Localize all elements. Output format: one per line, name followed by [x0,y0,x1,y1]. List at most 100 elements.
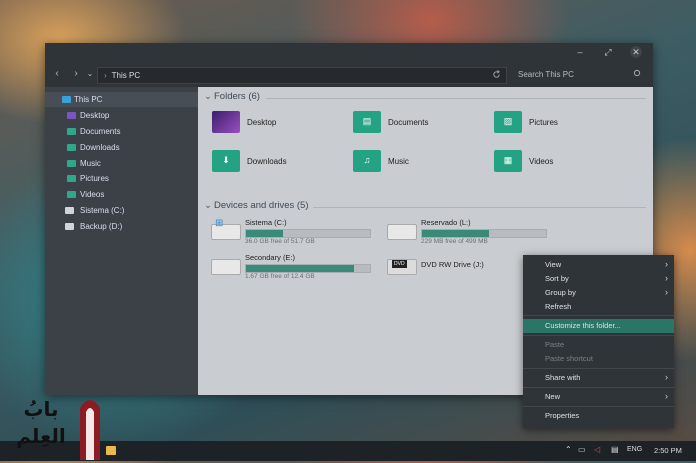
pictures-icon: ▨ [494,111,522,133]
menu-item-refresh[interactable]: Refresh [523,300,674,314]
drives-section-header[interactable]: ⌄ Devices and drives (5) [204,200,309,211]
language-indicator[interactable]: ENG [627,446,642,453]
drive-icon [65,207,74,214]
back-arrow-icon: ‹ [55,68,59,79]
navigation-pane: This PC Desktop Documents Downloads Musi… [45,87,198,395]
downloads-icon [67,144,76,151]
menu-separator [523,387,674,388]
action-center-icon[interactable]: ▤ [611,445,619,454]
menu-separator [523,335,674,336]
sidebar-item-label: Downloads [80,143,120,152]
drive-reservado-l[interactable]: Reservado (L:) 229 MB free of 499 MB [387,216,562,246]
documents-icon [67,128,76,135]
chevron-right-icon: › [665,259,668,269]
folder-videos[interactable]: ▦ Videos [494,150,624,176]
folder-music[interactable]: ♫ Music [353,150,483,176]
menu-item-group-by[interactable]: Group by › [523,286,674,300]
folder-documents[interactable]: ▤ Documents [353,111,483,137]
path-box[interactable]: › This PC [97,67,507,84]
music-icon [67,160,76,167]
drive-name: Secondary (E:) [245,253,296,262]
menu-item-sort-by[interactable]: Sort by › [523,272,674,286]
pictures-icon [67,175,76,182]
sidebar-item-pictures[interactable]: Pictures [45,171,198,186]
videos-glyph: ▦ [503,155,513,165]
network-icon[interactable]: ▭ [578,445,586,454]
back-button[interactable]: ‹ [51,68,63,80]
drive-icon [211,259,241,275]
drive-usage-bar [245,229,371,238]
search-input[interactable]: Search This PC [512,67,647,82]
context-menu: View › Sort by › Group by › Refresh Customi… [523,255,674,428]
music-glyph: ♫ [363,155,371,165]
menu-item-label: Share with [545,373,581,382]
menu-item-share-with[interactable]: Share with › [523,371,674,385]
drive-name: DVD RW Drive (J:) [421,260,484,269]
menu-item-label: View [545,260,562,269]
maximize-button[interactable]: ⤢ [601,46,615,58]
show-hidden-icons-icon[interactable]: ⌃ [565,445,572,454]
minimize-button[interactable]: – [573,46,587,58]
chevron-right-icon: › [665,287,668,297]
menu-item-label: New [545,392,561,401]
sidebar-item-desktop[interactable]: Desktop [45,108,198,123]
sidebar-item-videos[interactable]: Videos [45,187,198,202]
menu-item-new[interactable]: New › [523,390,674,404]
volume-muted-icon[interactable]: ◁ [594,445,600,454]
file-explorer-taskbar-icon[interactable] [106,446,116,455]
address-bar: ‹ › ⌄ › This PC Search This PC [45,61,653,87]
menu-item-paste[interactable]: Paste [523,338,674,352]
chevron-right-icon: › [665,391,668,401]
documents-glyph: ▤ [362,116,372,126]
documents-icon: ▤ [353,111,381,133]
watermark-text: بابُ العِلم [16,397,66,448]
menu-item-label: Refresh [545,302,572,311]
sidebar-item-sistema-c[interactable]: Sistema (C:) [45,203,198,218]
drive-sistema-c[interactable]: ⊞ Sistema (C:) 36.0 GB free of 51.7 GB [211,216,386,246]
drive-secondary-e[interactable]: Secondary (E:) 1.67 GB free of 12.4 GB [211,251,386,281]
sidebar-item-label: Music [80,159,101,168]
refresh-icon[interactable] [492,70,501,81]
dvd-drive-icon: DVD [387,259,417,275]
menu-item-paste-shortcut[interactable]: Paste shortcut [523,352,674,366]
breadcrumb[interactable]: › This PC [104,71,140,80]
windows-drive-icon: ⊞ [211,218,241,240]
videos-icon: ▦ [494,150,522,172]
drive-usage-bar [421,229,547,238]
chevron-right-icon: › [665,273,668,283]
recent-locations-button[interactable]: ⌄ [84,68,96,80]
drive-usage-fill [246,265,354,272]
breadcrumb-separator-icon: › [104,71,107,80]
drive-free-space: 36.0 GB free of 51.7 GB [245,238,315,245]
sidebar-item-backup-d[interactable]: Backup (D:) [45,219,198,234]
desktop-icon [212,111,240,133]
sidebar-item-label: Videos [80,190,105,199]
drive-name: Sistema (C:) [245,218,287,227]
menu-item-properties[interactable]: Properties [523,409,674,423]
chevron-down-icon: ⌄ [204,91,212,102]
downloads-icon: ⬇ [212,150,240,172]
menu-item-view[interactable]: View › [523,258,674,272]
folder-pictures[interactable]: ▨ Pictures [494,111,624,137]
forward-arrow-icon: › [74,68,78,79]
drive-icon [387,224,417,240]
folders-section-header[interactable]: ⌄ Folders (6) [204,91,260,102]
folder-label: Music [388,157,409,166]
menu-item-label: Customize this folder... [545,321,621,330]
sidebar-item-documents[interactable]: Documents [45,124,198,139]
folder-downloads[interactable]: ⬇ Downloads [212,150,342,176]
close-button[interactable]: ✕ [630,46,642,58]
drives-section-title: Devices and drives (5) [214,200,309,211]
sidebar-item-music[interactable]: Music [45,156,198,171]
sidebar-item-downloads[interactable]: Downloads [45,140,198,155]
folder-desktop[interactable]: Desktop [212,111,342,137]
breadcrumb-this-pc[interactable]: This PC [112,71,140,80]
menu-item-label: Properties [545,411,580,420]
clock[interactable]: 2:50 PM [654,446,682,455]
sidebar-item-this-pc[interactable]: This PC [45,92,198,107]
sidebar-item-label: This PC [74,95,103,104]
search-icon[interactable] [633,69,641,79]
forward-button[interactable]: › [70,68,82,80]
menu-separator [523,315,674,316]
menu-item-customize-folder[interactable]: Customize this folder... [523,319,674,333]
